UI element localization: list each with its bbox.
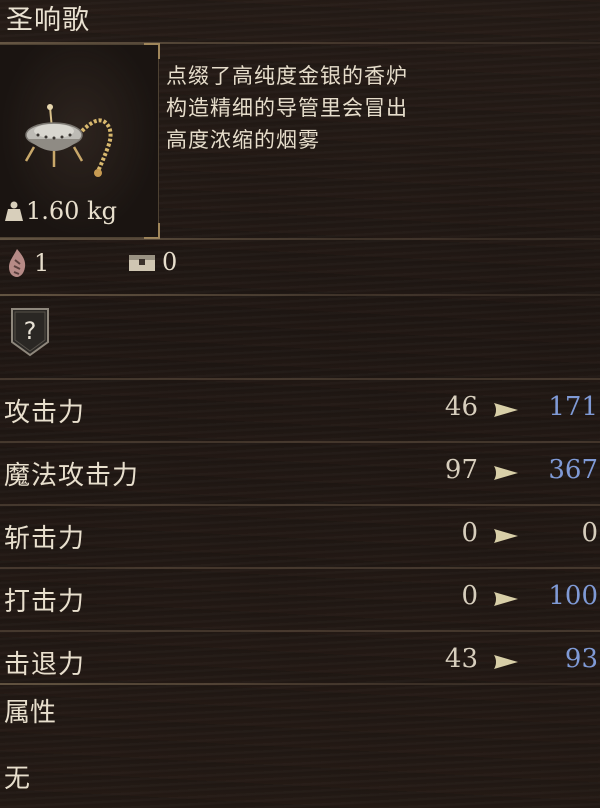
chest-icon xyxy=(129,255,155,271)
weight-value: 1.60 kg xyxy=(26,197,117,225)
censer-icon xyxy=(24,104,113,177)
stat-label: 斩击力 xyxy=(4,524,86,554)
divider xyxy=(0,294,600,296)
weight-icon xyxy=(5,201,23,221)
stat-row-magic-attack: 魔法攻击力 97 367 xyxy=(0,441,600,504)
stats-list: 攻击力 46 171 魔法攻击力 97 367 斩击力 0 0 打击力 0 10… xyxy=(0,378,600,693)
stat-label: 击退力 xyxy=(4,650,86,680)
divider xyxy=(0,683,600,685)
arrow-right-icon xyxy=(494,466,518,480)
attribute-label: 属性 xyxy=(4,698,57,728)
divider xyxy=(0,238,600,240)
arrow-right-icon xyxy=(494,403,518,417)
description-line: 点缀了高纯度金银的香炉 xyxy=(166,64,408,88)
arrow-right-icon xyxy=(494,529,518,543)
arrow-right-icon xyxy=(494,655,518,669)
faith-flame-icon xyxy=(9,249,26,277)
description-line: 构造精细的导管里会冒出 xyxy=(166,96,408,120)
stat-base-value: 46 xyxy=(444,392,478,422)
stat-base-value: 97 xyxy=(444,455,478,485)
stat-row-slash: 斩击力 0 0 xyxy=(0,504,600,567)
stat-base-value: 0 xyxy=(461,518,478,548)
attribute-value: 无 xyxy=(4,764,31,794)
item-image-frame: 1.60 kg xyxy=(0,43,160,239)
slot-value: 0 xyxy=(162,248,178,276)
requirements-row: 1 0 xyxy=(0,248,600,288)
stat-new-value: 0 xyxy=(581,518,598,548)
frame-corner-ornament xyxy=(144,223,160,239)
slot-requirement: 0 xyxy=(128,248,177,276)
stat-base-value: 0 xyxy=(461,581,478,611)
stat-row-strike: 打击力 0 100 xyxy=(0,567,600,630)
faith-value: 1 xyxy=(34,249,50,277)
title-bar: 圣响歌 xyxy=(0,0,600,42)
stat-row-attack: 攻击力 46 171 xyxy=(0,378,600,441)
question-mark-icon: ? xyxy=(11,308,49,357)
stat-new-value: 367 xyxy=(548,455,598,485)
stat-base-value: 43 xyxy=(444,644,478,674)
item-weight: 1.60 kg xyxy=(4,197,117,225)
stat-label: 攻击力 xyxy=(4,398,86,428)
stat-new-value: 100 xyxy=(548,581,598,611)
description-line: 高度浓缩的烟雾 xyxy=(166,128,320,152)
item-detail-panel: 圣响歌 1.60 kg 点缀了高纯度金银的香炉 构造精细的导管里会冒出 高度浓缩… xyxy=(0,0,600,808)
stat-label: 魔法攻击力 xyxy=(4,461,140,491)
item-title: 圣响歌 xyxy=(6,5,90,36)
arrow-right-icon xyxy=(494,592,518,606)
frame-corner-ornament xyxy=(144,43,160,59)
stat-label: 打击力 xyxy=(4,587,86,617)
svg-text:?: ? xyxy=(24,317,37,345)
faith-requirement: 1 xyxy=(6,248,49,278)
item-description: 点缀了高纯度金银的香炉 构造精细的导管里会冒出 高度浓缩的烟雾 xyxy=(166,60,586,156)
stat-new-value: 93 xyxy=(564,644,598,674)
stat-new-value: 171 xyxy=(548,392,598,422)
